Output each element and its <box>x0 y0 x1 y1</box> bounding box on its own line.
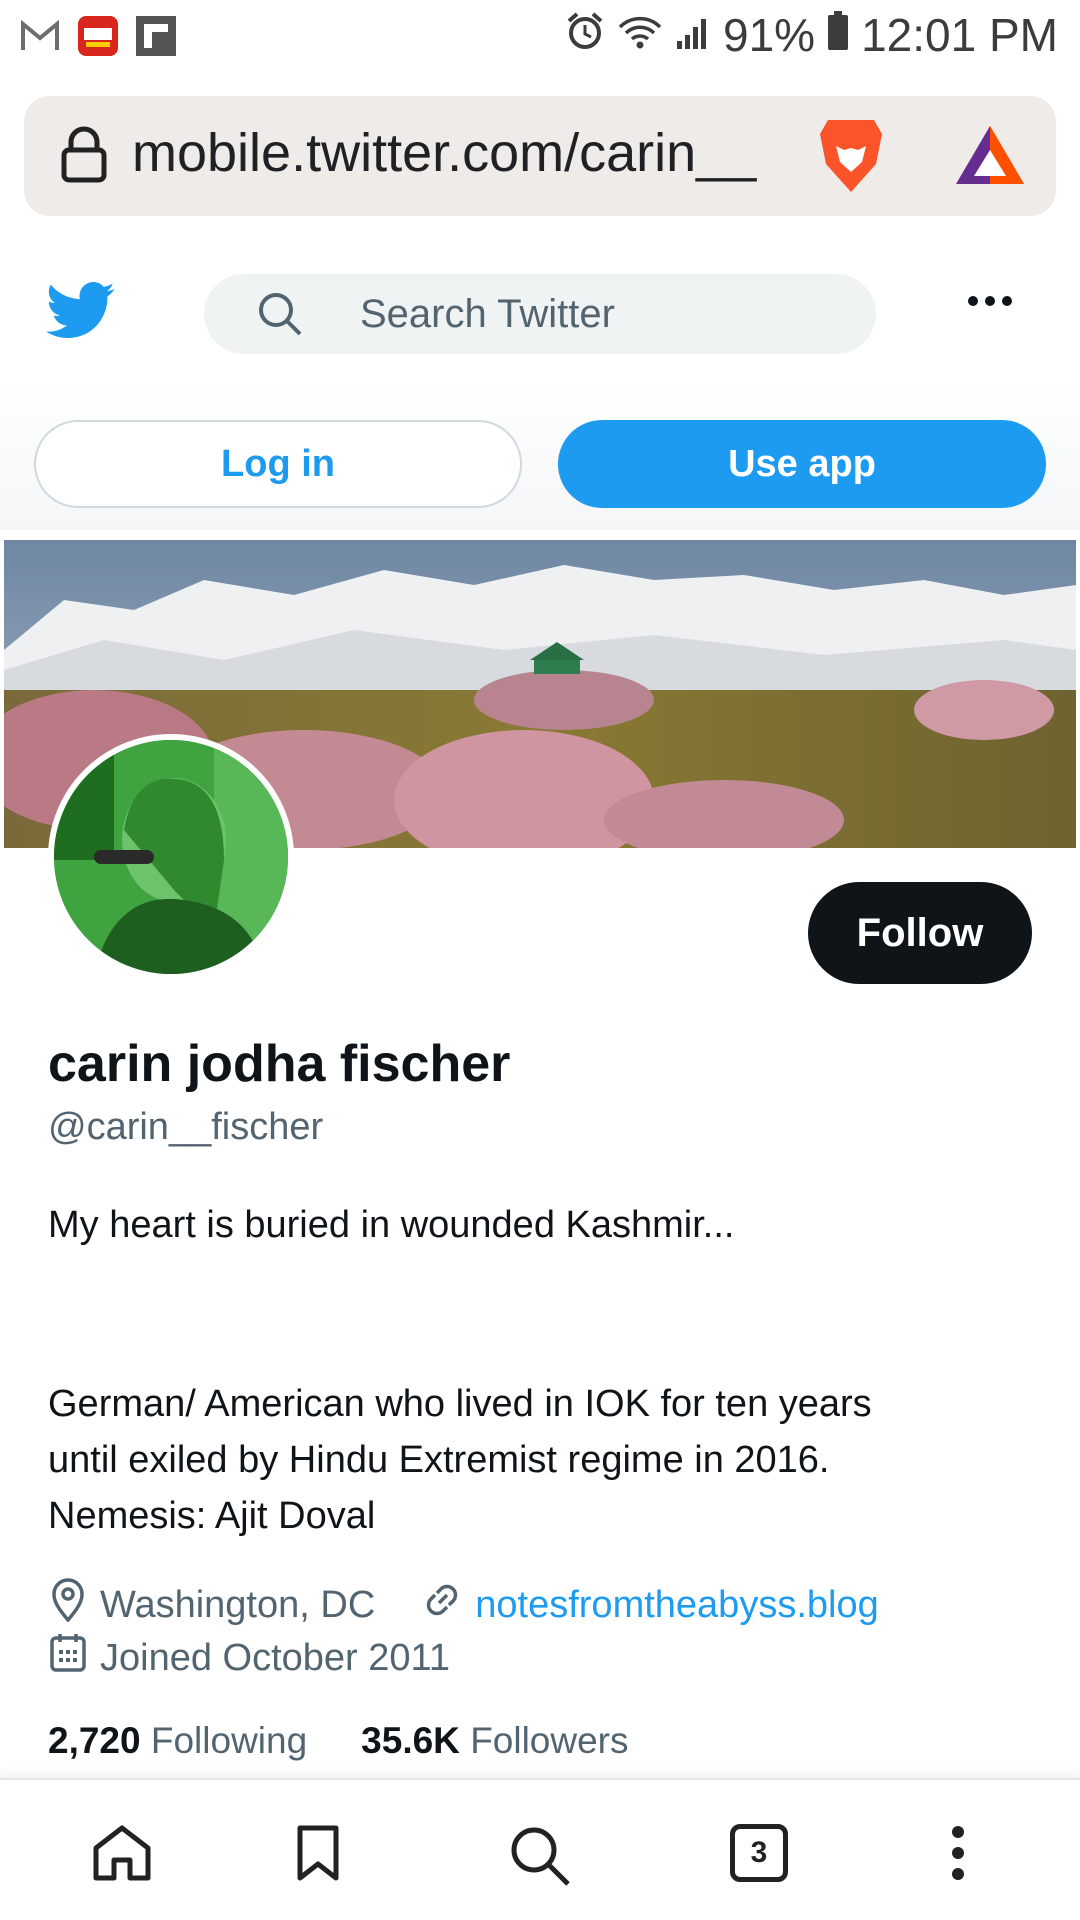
following-label: Following <box>150 1720 308 1761</box>
profile-location: Washington, DC <box>100 1583 376 1626</box>
search-icon[interactable] <box>508 1824 572 1893</box>
url-bar[interactable]: mobile.twitter.com/carin__ <box>24 96 1056 216</box>
marathi-news-icon <box>76 14 120 58</box>
signal-icon <box>675 8 711 62</box>
location-icon <box>48 1578 88 1632</box>
twitter-bird-icon[interactable] <box>46 282 116 345</box>
url-text[interactable]: mobile.twitter.com/carin__ <box>132 122 812 184</box>
profile-meta-row: Washington, DC notesfromtheabyss.blog <box>48 1578 879 1632</box>
profile-joined-date: Joined October 2011 <box>100 1636 450 1679</box>
link-icon <box>421 1579 463 1631</box>
login-button[interactable]: Log in <box>34 420 522 508</box>
tabs-button[interactable]: 3 <box>730 1824 788 1882</box>
tab-count: 3 <box>730 1824 788 1882</box>
gmail-icon <box>18 14 62 58</box>
avatar[interactable] <box>48 734 294 980</box>
battery-percent: 91% <box>723 9 816 61</box>
brave-shields-icon[interactable] <box>818 116 884 199</box>
lock-icon <box>60 126 108 189</box>
joined-row: Joined October 2011 <box>48 1632 450 1684</box>
overflow-menu-icon[interactable] <box>950 1824 966 1887</box>
wifi-icon <box>617 8 663 62</box>
search-bar[interactable] <box>204 274 876 354</box>
use-app-button[interactable]: Use app <box>558 420 1046 508</box>
alarm-icon <box>565 8 605 62</box>
battery-icon <box>827 8 849 62</box>
calendar-icon <box>48 1632 88 1684</box>
bio-line: My heart is buried in wounded Kashmir... <box>48 1204 735 1246</box>
more-options-icon[interactable] <box>968 296 1012 306</box>
followers-label: Followers <box>470 1720 629 1761</box>
search-input[interactable] <box>360 274 850 354</box>
following-count: 2,720 <box>48 1720 141 1761</box>
bio-text: German/ American who lived in IOK for te… <box>48 1383 872 1537</box>
following-link[interactable]: 2,720 Following <box>48 1720 307 1762</box>
bookmark-icon[interactable] <box>296 1824 340 1887</box>
flipboard-icon <box>134 14 178 58</box>
search-icon <box>256 290 304 343</box>
followers-link[interactable]: 35.6K Followers <box>361 1720 628 1762</box>
home-icon[interactable] <box>92 1824 152 1887</box>
profile-website-link[interactable]: notesfromtheabyss.blog <box>475 1584 878 1627</box>
brave-rewards-icon[interactable] <box>952 122 1028 193</box>
browser-bottom-toolbar: 3 <box>0 1778 1080 1920</box>
profile-handle: @carin__fischer <box>48 1106 324 1148</box>
status-bar: 91% 12:01 PM <box>0 0 1080 74</box>
followers-count: 35.6K <box>361 1720 460 1761</box>
follow-stats: 2,720 Following 35.6K Followers <box>48 1720 629 1762</box>
clock: 12:01 PM <box>861 9 1058 61</box>
profile-name: carin jodha fischer <box>48 1035 511 1093</box>
follow-button[interactable]: Follow <box>808 882 1032 984</box>
